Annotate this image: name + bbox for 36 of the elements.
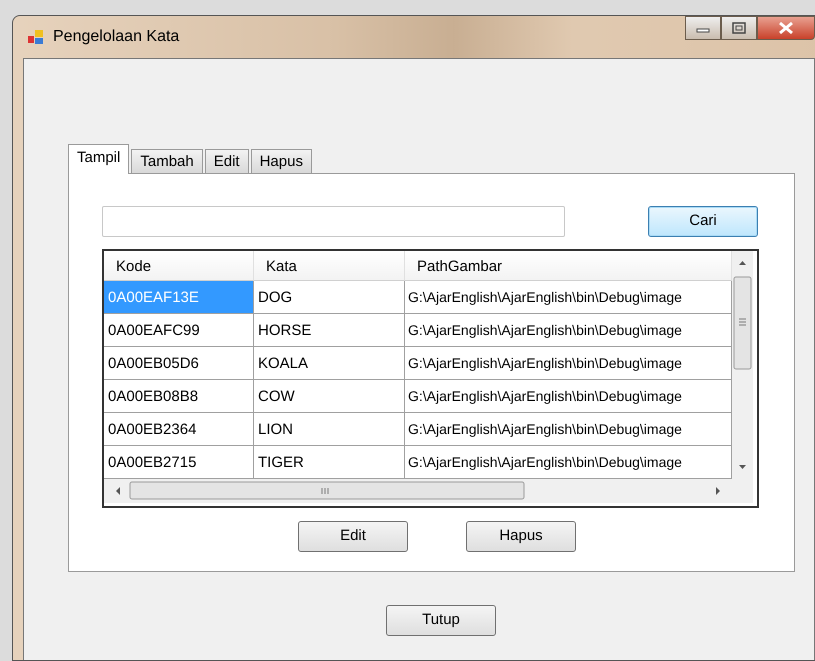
search-field[interactable] [102,206,565,237]
table-cell: LION [254,413,405,446]
close-icon [778,21,794,35]
table-cell: G:\AjarEnglish\AjarEnglish\bin\Debug\image [405,314,732,347]
tab[interactable]: Hapus [250,149,312,173]
tab[interactable]: Tampil [68,144,130,174]
table-cell: G:\AjarEnglish\AjarEnglish\bin\Debug\image [405,281,732,314]
column-header[interactable]: PathGambar [405,251,732,281]
maximize-icon [732,22,746,34]
vertical-scrollbar[interactable] [732,251,753,479]
window-title: Pengelolaan Kata [53,27,180,47]
table-cell: G:\AjarEnglish\AjarEnglish\bin\Debug\image [405,413,732,446]
minimize-button[interactable] [685,16,721,40]
close-button[interactable] [757,16,815,40]
tab[interactable]: Edit [204,149,249,173]
delete-button[interactable]: Hapus [466,521,576,552]
table-cell: KOALA [254,347,405,380]
tab[interactable]: Tambah [131,149,203,173]
table-cell: 0A00EB2364 [104,413,254,446]
table-cell: DOG [254,281,405,314]
close-form-button[interactable]: Tutup [386,605,496,636]
search-button[interactable]: Cari [648,206,758,237]
app-icon [27,28,45,46]
table-cell: COW [254,380,405,413]
horizontal-scrollbar[interactable] [104,479,732,503]
table-cell: G:\AjarEnglish\AjarEnglish\bin\Debug\image [405,347,732,380]
edit-button[interactable]: Edit [298,521,408,552]
table-cell: 0A00EAFC99 [104,314,254,347]
column-header[interactable]: Kata [254,251,405,281]
maximize-button[interactable] [721,16,757,40]
table-cell: HORSE [254,314,405,347]
table-cell: 0A00EAF13E [104,281,254,314]
table-cell: 0A00EB08B8 [104,380,254,413]
table-cell: G:\AjarEnglish\AjarEnglish\bin\Debug\image [405,380,732,413]
column-header[interactable]: Kode [104,251,254,281]
table-cell: 0A00EB05D6 [104,347,254,380]
